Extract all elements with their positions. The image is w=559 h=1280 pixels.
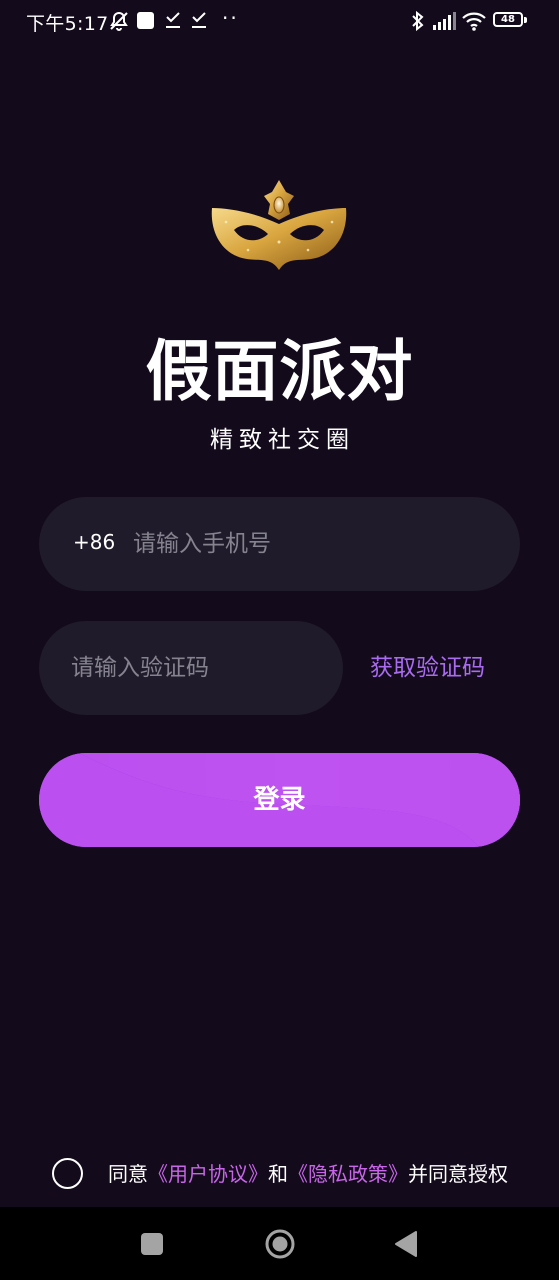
agreement-conjunction: 和	[268, 1162, 288, 1186]
more-notifications-icon: ··	[222, 6, 239, 30]
app-subtitle: 精致社交圈	[210, 427, 355, 453]
mute-bell-icon	[110, 11, 128, 31]
login-button[interactable]: 登录	[39, 753, 520, 847]
get-code-button[interactable]: 获取验证码	[370, 651, 485, 685]
country-code[interactable]: +86	[73, 530, 115, 554]
agreement-text: 同意《用户协议》和《隐私政策》并同意授权	[108, 1158, 508, 1190]
battery-tip	[524, 17, 527, 23]
notification-square-icon	[137, 12, 154, 29]
login-screen: 下午5:17 ·· 48 假面派对 精致社交圈 +86 请输入手机号 请输入验证…	[0, 0, 559, 1280]
agreement-prefix: 同意	[108, 1162, 148, 1186]
golden-mask-icon	[211, 180, 347, 270]
system-nav-bar	[0, 1207, 559, 1280]
user-agreement-link[interactable]: 《用户协议》	[148, 1162, 268, 1186]
home-icon[interactable]	[264, 1228, 296, 1260]
agreement-suffix: 并同意授权	[408, 1162, 508, 1186]
bluetooth-icon	[412, 10, 424, 32]
download-done-icon	[192, 12, 206, 28]
agreement-checkbox[interactable]	[52, 1158, 83, 1189]
status-time: 下午5:17	[26, 13, 109, 35]
recent-apps-icon[interactable]	[141, 1233, 163, 1255]
app-title: 假面派对	[145, 333, 414, 410]
verification-code-input[interactable]	[71, 648, 321, 688]
cell-signal-icon	[433, 12, 456, 30]
wifi-icon	[462, 12, 486, 31]
phone-input[interactable]	[133, 524, 473, 564]
status-bar: 下午5:17 ·· 48	[0, 0, 559, 44]
back-icon[interactable]	[394, 1230, 418, 1258]
download-done-icon	[166, 12, 180, 28]
login-button-label: 登录	[253, 785, 306, 815]
verification-code-field	[39, 621, 343, 715]
privacy-policy-link[interactable]: 《隐私政策》	[288, 1162, 408, 1186]
phone-field: +86	[39, 497, 520, 591]
battery-icon: 48	[493, 12, 523, 27]
